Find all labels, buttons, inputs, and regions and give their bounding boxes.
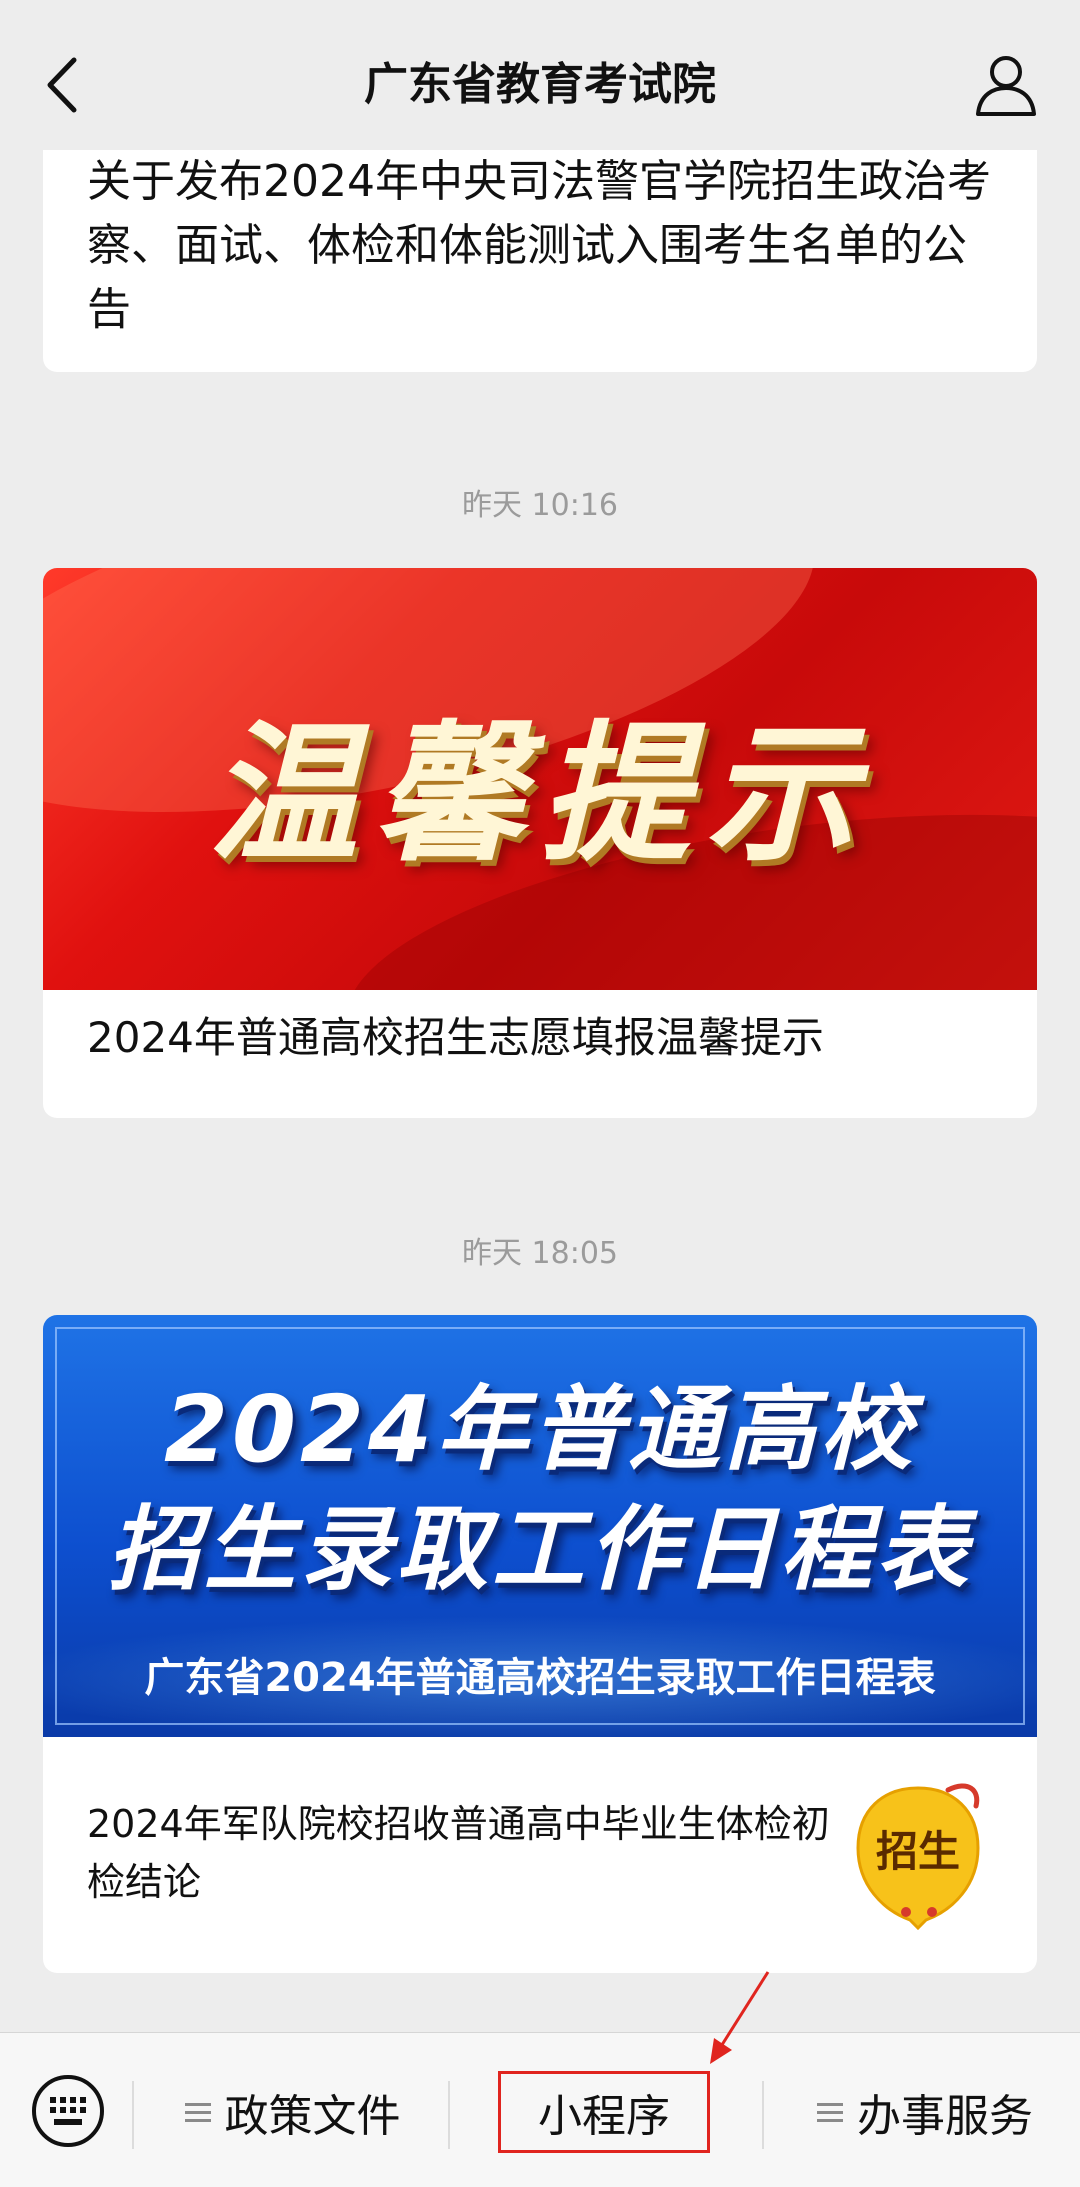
menu-item-policy-documents[interactable]: 政策文件 bbox=[135, 2071, 450, 2153]
menu-item-services[interactable]: 办事服务 bbox=[770, 2071, 1080, 2153]
badge-label: 招生 bbox=[876, 1827, 960, 1876]
article-title: 关于发布2024年中央司法警官学院招生政治考察、面试、体检和体能测试入围考生名单… bbox=[87, 156, 991, 335]
menu-lines-icon bbox=[184, 2098, 211, 2127]
article-title: 2024年普通高校招生志愿填报温馨提示 bbox=[87, 1013, 824, 1062]
menu-divider bbox=[132, 2081, 134, 2149]
article-title: 2024年军队院校招收普通高中毕业生体检初检结论 bbox=[87, 1802, 830, 1904]
top-navigation-bar: 广东省教育考试院 bbox=[0, 0, 1080, 150]
menu-lines-icon bbox=[817, 2098, 843, 2127]
menu-item-label: 小程序 bbox=[538, 2091, 670, 2142]
banner-headline-line1: 2024年普通高校 bbox=[163, 1376, 917, 1483]
menu-divider bbox=[448, 2081, 450, 2149]
banner-subtitle: 广东省2024年普通高校招生录取工作日程表 bbox=[144, 1655, 936, 1701]
menu-item-label: 政策文件 bbox=[224, 2091, 401, 2142]
message-timestamp: 昨天 10:16 bbox=[462, 488, 618, 523]
banner-headline: 温馨提示 bbox=[207, 708, 872, 882]
cover-image-warm-tips: 温馨提示 bbox=[43, 568, 1037, 990]
annotation-arrow-icon bbox=[710, 1971, 770, 2064]
cover-image-schedule: 2024年普通高校 招生录取工作日程表 广东省2024年普通高校招生录取工作日程… bbox=[43, 1315, 1037, 1737]
keyboard-icon[interactable] bbox=[30, 2073, 106, 2149]
article-card[interactable]: 温馨提示 2024年普通高校招生志愿填报温馨提示 bbox=[43, 568, 1037, 1118]
message-timestamp: 昨天 18:05 bbox=[462, 1236, 618, 1271]
bottom-menu-bar: 政策文件 小程序 办事服务 bbox=[0, 2032, 1080, 2187]
page-title: 广东省教育考试院 bbox=[364, 59, 716, 110]
menu-divider bbox=[762, 2081, 764, 2149]
banner-headline-line2: 招生录取工作日程表 bbox=[107, 1496, 972, 1603]
menu-item-label: 办事服务 bbox=[857, 2091, 1033, 2142]
menu-item-mini-program[interactable]: 小程序 bbox=[498, 2071, 710, 2153]
admission-badge-icon: 招生 bbox=[856, 1783, 980, 1930]
profile-icon[interactable] bbox=[972, 50, 1040, 118]
article-card[interactable]: 2024年普通高校 招生录取工作日程表 广东省2024年普通高校招生录取工作日程… bbox=[43, 1315, 1037, 1973]
